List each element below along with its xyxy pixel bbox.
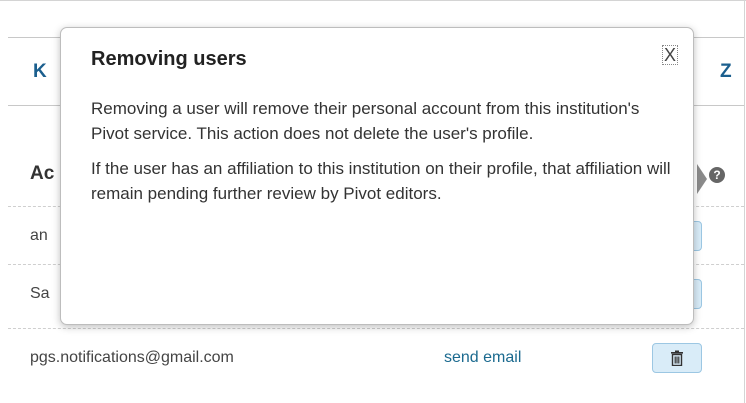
page: K Z Ac ? an Sa pgs.notifications@gmail.c…: [0, 0, 746, 403]
popover-body: Removing a user will remove their person…: [91, 96, 681, 216]
user-email: Sa: [30, 285, 50, 302]
right-divider: [744, 0, 745, 403]
column-header-account: Ac: [30, 163, 55, 184]
help-icon[interactable]: ?: [709, 167, 725, 183]
letter-filter-k[interactable]: K: [33, 61, 47, 83]
help-pointer-arrow: [697, 164, 707, 194]
remove-user-button[interactable]: [652, 343, 702, 373]
user-email: an: [30, 227, 48, 244]
close-icon[interactable]: X: [661, 45, 679, 65]
user-email: pgs.notifications@gmail.com: [30, 349, 234, 366]
letter-filter-z[interactable]: Z: [720, 61, 732, 83]
removing-users-popover: Removing users X Removing a user will re…: [60, 27, 694, 325]
table-row: pgs.notifications@gmail.com send email: [8, 328, 744, 386]
trash-icon: [671, 350, 683, 366]
send-email-link[interactable]: send email: [444, 349, 521, 367]
top-divider: [0, 0, 746, 1]
popover-paragraph: Removing a user will remove their person…: [91, 99, 640, 143]
popover-paragraph: If the user has an affiliation to this i…: [91, 159, 671, 203]
popover-title: Removing users: [91, 48, 247, 70]
